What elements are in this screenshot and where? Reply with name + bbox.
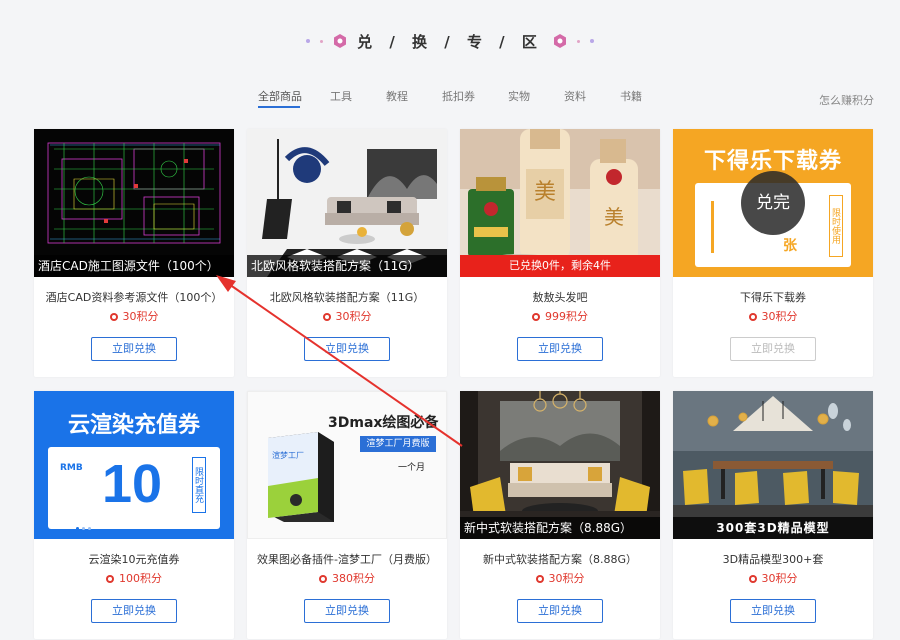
tab-coupons[interactable]: 抵扣券 <box>442 88 508 110</box>
points-icon <box>748 313 757 321</box>
product-card[interactable]: 新中式软装搭配方案（8.88G） 新中式软装搭配方案（8.88G） 30积分 立… <box>460 391 660 639</box>
currency-label: RMB <box>60 463 83 473</box>
section-header: 兑 / 换 / 专 / 区 <box>0 28 900 58</box>
points-value: 380积分 <box>332 572 375 585</box>
product-image: 新中式软装搭配方案（8.88G） <box>460 391 660 539</box>
points-icon <box>106 575 114 583</box>
points-icon <box>748 575 757 583</box>
points-icon <box>109 313 118 321</box>
product-image: 酒店CAD施工图源文件（100个） <box>34 129 234 277</box>
decor-dot <box>576 39 580 43</box>
coupon-limited-label: 限时使用 <box>829 195 843 257</box>
points-value: 30积分 <box>335 310 372 323</box>
redeem-button[interactable]: 立即兑换 <box>517 599 603 623</box>
points-value: 30积分 <box>122 310 159 323</box>
tab-physical[interactable]: 实物 <box>508 88 564 110</box>
product-points: 30积分 <box>673 570 873 586</box>
points-icon <box>532 313 540 321</box>
redeem-button[interactable]: 立即兑换 <box>91 599 177 623</box>
redeem-button[interactable]: 立即兑换 <box>517 337 603 361</box>
redeem-button[interactable]: 立即兑换 <box>91 337 177 361</box>
product-points: 999积分 <box>460 308 660 324</box>
product-title: 效果图必备插件-渲梦工厂（月费版） <box>257 553 437 566</box>
product-card[interactable]: 3Dmax绘图必备 渲梦工厂月费版 一个月 渲梦工厂 效果图必备插件-渲梦工厂（… <box>247 391 447 639</box>
tab-resources[interactable]: 资料 <box>564 88 620 110</box>
product-points: 100积分 <box>34 570 234 586</box>
product-image: 北欧风格软装搭配方案（11G） <box>247 129 447 277</box>
plugin-subtitle: 渲梦工厂月费版 <box>360 436 436 452</box>
plugin-period: 一个月 <box>398 463 426 473</box>
product-image: 云渲染充值券 RMB 10 限时直充 <box>34 391 234 539</box>
product-image: 3Dmax绘图必备 渲梦工厂月费版 一个月 渲梦工厂 <box>247 391 447 539</box>
how-to-earn-points-link[interactable]: 怎么赚积分 <box>819 92 874 108</box>
coupon-headline: 云渲染充值券 <box>67 413 200 438</box>
coupon-unit: 张 <box>783 238 797 254</box>
plugin-headline: 3Dmax绘图必备 <box>328 415 439 431</box>
product-card[interactable]: 300套3D精品模型 3D精品模型300+套 30积分 立即兑换 <box>673 391 873 639</box>
software-box-image <box>268 432 334 522</box>
product-points: 380积分 <box>247 570 447 586</box>
product-title: 敖敖头发吧 <box>532 291 588 304</box>
product-title: 下得乐下载券 <box>740 291 806 304</box>
points-value: 100积分 <box>119 572 162 585</box>
svg-text:美: 美 <box>534 180 556 205</box>
category-tabs: 全部商品 工具 教程 抵扣券 实物 资料 书籍 <box>258 88 676 110</box>
points-value: 30积分 <box>761 572 798 585</box>
svg-text:美: 美 <box>604 205 624 229</box>
product-image: 下得乐下载券 张 限时使用 兑完 <box>673 129 873 277</box>
coupon-body: RMB 10 限时直充 <box>48 447 220 530</box>
points-icon <box>319 575 327 583</box>
carousel-dots <box>76 515 106 530</box>
coupon-limited-label: 限时直充 <box>192 457 206 513</box>
product-card[interactable]: 云渲染充值券 RMB 10 限时直充 云渲染10元充值券 100积分 立即兑换 <box>34 391 234 639</box>
product-image: 300套3D精品模型 <box>673 391 873 539</box>
tab-tools[interactable]: 工具 <box>330 88 386 110</box>
points-value: 30积分 <box>761 310 798 323</box>
decor-dot <box>306 39 311 43</box>
redeem-button[interactable]: 立即兑换 <box>730 599 816 623</box>
product-title: 北欧风格软装搭配方案（11G） <box>269 291 425 304</box>
product-card[interactable]: 美 美 已兑换0件，剩余4件 敖敖头发吧 999积分 立即兑换 <box>460 129 660 377</box>
product-points: 30积分 <box>460 570 660 586</box>
product-title: 酒店CAD资料参考源文件（100个） <box>45 291 223 304</box>
points-value: 30积分 <box>548 572 585 585</box>
product-card[interactable]: 北欧风格软装搭配方案（11G） 北欧风格软装搭配方案（11G） 30积分 立即兑… <box>247 129 447 377</box>
product-title: 3D精品模型300+套 <box>722 553 824 566</box>
product-card[interactable]: 酒店CAD施工图源文件（100个） 酒店CAD资料参考源文件（100个） 30积… <box>34 129 234 377</box>
product-image: 美 美 已兑换0件，剩余4件 <box>460 129 660 277</box>
tab-all[interactable]: 全部商品 <box>258 88 330 110</box>
redeem-button[interactable]: 立即兑换 <box>304 599 390 623</box>
decor-dot <box>320 39 324 43</box>
decor-dot <box>589 39 594 43</box>
section-title: 兑 / 换 / 专 / 区 <box>357 32 543 51</box>
sold-out-badge: 兑完 <box>741 171 805 235</box>
product-card[interactable]: 下得乐下载券 张 限时使用 兑完 下得乐下载券 30积分 立即兑换 <box>673 129 873 377</box>
tab-books[interactable]: 书籍 <box>620 88 676 110</box>
coupon-amount: 10 <box>102 454 163 514</box>
points-icon <box>535 575 544 583</box>
stock-status-caption: 已兑换0件，剩余4件 <box>460 255 660 277</box>
tab-tutorials[interactable]: 教程 <box>386 88 442 110</box>
hexagon-icon <box>334 34 347 48</box>
product-caption: 北欧风格软装搭配方案（11G） <box>247 255 447 277</box>
points-icon <box>322 313 331 321</box>
redeem-button[interactable]: 立即兑换 <box>304 337 390 361</box>
points-value: 999积分 <box>545 310 588 323</box>
product-caption: 300套3D精品模型 <box>673 517 873 539</box>
redeem-button-disabled[interactable]: 立即兑换 <box>730 337 816 361</box>
product-points: 30积分 <box>34 308 234 324</box>
software-box-label: 渲梦工厂 <box>272 451 304 460</box>
product-title: 新中式软装搭配方案（8.88G） <box>482 553 637 566</box>
product-points: 30积分 <box>247 308 447 324</box>
product-caption: 新中式软装搭配方案（8.88G） <box>460 517 660 539</box>
product-title: 云渲染10元充值券 <box>88 553 180 566</box>
hexagon-icon <box>553 34 566 48</box>
product-caption: 酒店CAD施工图源文件（100个） <box>34 255 234 277</box>
product-points: 30积分 <box>673 308 873 324</box>
